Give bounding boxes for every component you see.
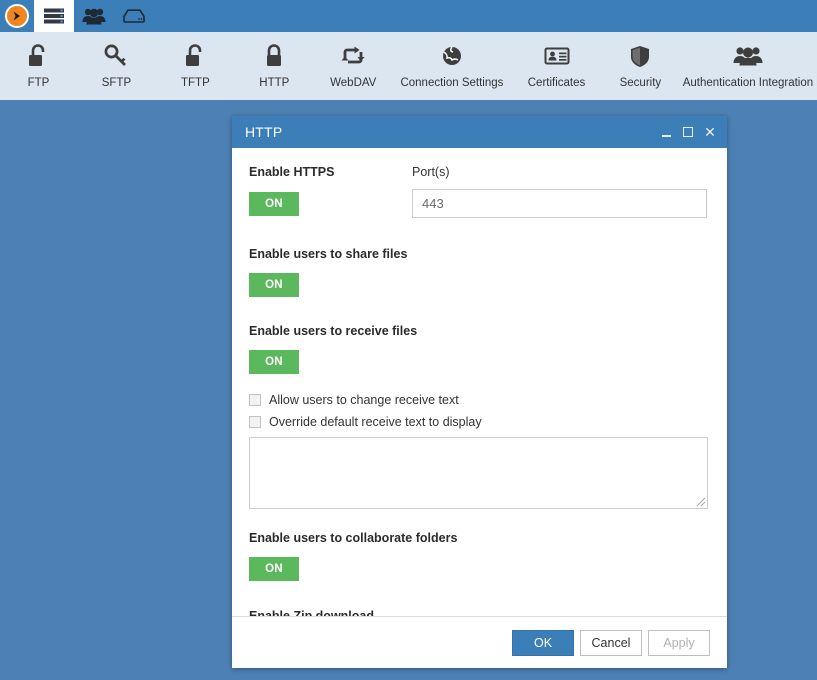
unlock-open-icon xyxy=(183,41,207,71)
ribbon-item-ftp[interactable]: FTP xyxy=(0,32,77,100)
ribbon-item-tftp[interactable]: TFTP xyxy=(156,32,235,100)
close-icon[interactable]: ✕ xyxy=(699,120,721,144)
ribbon-item-connection-settings[interactable]: Connection Settings xyxy=(393,32,511,100)
enable-receive-files-label: Enable users to receive files xyxy=(249,324,707,338)
allow-change-receive-text-label: Allow users to change receive text xyxy=(269,393,459,407)
sync-arrows-icon xyxy=(339,41,367,71)
globe-icon xyxy=(439,41,465,71)
ports-label: Port(s) xyxy=(412,165,707,179)
collaborate-folders-section: Enable users to collaborate folders ON xyxy=(249,531,707,581)
ports-input[interactable]: 443 xyxy=(412,189,707,218)
override-receive-text-checkbox-row[interactable]: Override default receive text to display xyxy=(249,415,707,429)
dialog-footer: OK Cancel Apply xyxy=(232,616,727,668)
enable-receive-files-toggle[interactable]: ON xyxy=(249,350,299,374)
http-settings-dialog: HTTP ✕ Enable HTTPS ON Port(s) 443 Enabl… xyxy=(232,116,727,668)
ribbon-item-http[interactable]: HTTP xyxy=(235,32,314,100)
allow-change-receive-text-checkbox-row[interactable]: Allow users to change receive text xyxy=(249,393,707,407)
users-group-icon xyxy=(732,41,764,71)
app-logo xyxy=(0,0,34,32)
tab-storage[interactable] xyxy=(114,0,154,32)
ribbon-item-sftp[interactable]: SFTP xyxy=(77,32,156,100)
ribbon-label: WebDAV xyxy=(330,77,376,89)
lock-closed-icon xyxy=(262,41,286,71)
enable-collaborate-folders-label: Enable users to collaborate folders xyxy=(249,531,707,545)
key-icon xyxy=(103,41,129,71)
cancel-button[interactable]: Cancel xyxy=(580,630,642,656)
receive-files-section: Enable users to receive files ON Allow u… xyxy=(249,324,707,509)
ribbon-label: Connection Settings xyxy=(400,77,503,89)
apply-button: Apply xyxy=(648,630,710,656)
enable-share-files-toggle[interactable]: ON xyxy=(249,273,299,297)
ribbon-label: FTP xyxy=(28,77,50,89)
receive-text-textarea[interactable] xyxy=(249,437,708,509)
play-circle-logo-icon xyxy=(5,4,29,28)
ribbon-label: TFTP xyxy=(181,77,210,89)
ribbon-label: HTTP xyxy=(259,77,289,89)
allow-change-receive-text-checkbox[interactable] xyxy=(249,394,261,406)
unlock-open-icon xyxy=(26,41,50,71)
ribbon-item-security[interactable]: Security xyxy=(602,32,679,100)
tab-users[interactable] xyxy=(74,0,114,32)
resize-grip-icon[interactable] xyxy=(694,495,706,507)
id-card-icon xyxy=(543,41,571,71)
ribbon-item-certificates[interactable]: Certificates xyxy=(511,32,602,100)
ribbon-label: SFTP xyxy=(102,77,131,89)
application-tab-bar xyxy=(0,0,817,32)
shield-icon xyxy=(628,41,652,71)
override-receive-text-label: Override default receive text to display xyxy=(269,415,482,429)
ribbon-label: Security xyxy=(620,77,662,89)
dialog-title-bar: HTTP ✕ xyxy=(232,116,727,148)
ok-button[interactable]: OK xyxy=(512,630,574,656)
ribbon-toolbar: FTP SFTP TFTP HTTP xyxy=(0,32,817,100)
enable-https-label: Enable HTTPS xyxy=(249,165,412,179)
enable-https-toggle[interactable]: ON xyxy=(249,192,299,216)
dialog-body: Enable HTTPS ON Port(s) 443 Enable users… xyxy=(232,148,727,616)
maximize-icon[interactable] xyxy=(677,120,699,144)
override-receive-text-checkbox[interactable] xyxy=(249,416,261,428)
tab-servers[interactable] xyxy=(34,0,74,32)
dialog-title: HTTP xyxy=(245,124,655,140)
ribbon-item-webdav[interactable]: WebDAV xyxy=(314,32,393,100)
minimize-icon[interactable] xyxy=(655,120,677,144)
https-section: Enable HTTPS ON Port(s) 443 xyxy=(249,165,707,218)
share-files-section: Enable users to share files ON xyxy=(249,247,707,297)
enable-share-files-label: Enable users to share files xyxy=(249,247,707,261)
ribbon-item-authentication-integration[interactable]: Authentication Integration xyxy=(679,32,817,100)
ribbon-label: Authentication Integration xyxy=(683,77,813,89)
enable-collaborate-folders-toggle[interactable]: ON xyxy=(249,557,299,581)
ribbon-label: Certificates xyxy=(528,77,586,89)
